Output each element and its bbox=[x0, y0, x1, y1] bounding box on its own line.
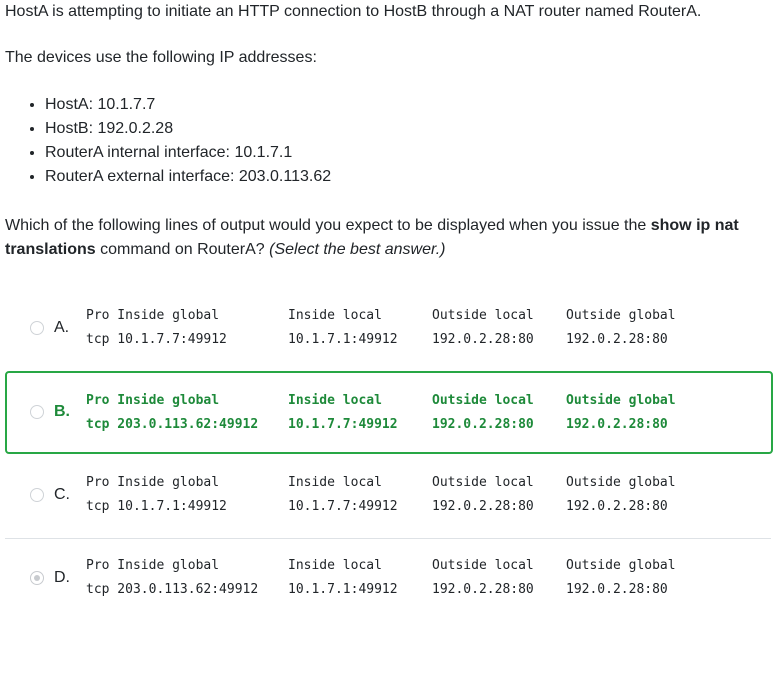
ip-list-item: RouterA external interface: 203.0.113.62 bbox=[45, 165, 331, 189]
scenario-text: HostA is attempting to initiate an HTTP … bbox=[5, 3, 702, 20]
ip-list-item: HostA: 10.1.7.7 bbox=[45, 93, 331, 117]
col-inside-global-header: Pro Inside global bbox=[86, 393, 220, 408]
col-inside-local-header: Inside local bbox=[288, 308, 382, 323]
option-b-radio[interactable] bbox=[30, 405, 44, 419]
option-d-letter: D. bbox=[54, 569, 70, 586]
inside-global-value: tcp 203.0.113.62:49912 bbox=[86, 417, 259, 432]
col-inside-local-header: Inside local bbox=[288, 558, 382, 573]
outside-global-value: 192.0.2.28:80 bbox=[566, 332, 668, 347]
question-text-before: Which of the following lines of output w… bbox=[5, 217, 651, 234]
col-inside-global-header: Pro Inside global bbox=[86, 308, 220, 323]
ip-intro-text: The devices use the following IP address… bbox=[5, 49, 317, 66]
outside-global-value: 192.0.2.28:80 bbox=[566, 582, 668, 597]
option-b-letter: B. bbox=[54, 403, 70, 420]
outside-local-value: 192.0.2.28:80 bbox=[432, 417, 534, 432]
col-inside-global-header: Pro Inside global bbox=[86, 475, 220, 490]
outside-local-value: 192.0.2.28:80 bbox=[432, 499, 534, 514]
inside-local-value: 10.1.7.7:49912 bbox=[288, 417, 398, 432]
col-outside-local-header: Outside local bbox=[432, 475, 534, 490]
inside-global-value: tcp 203.0.113.62:49912 bbox=[86, 582, 259, 597]
outside-local-value: 192.0.2.28:80 bbox=[432, 582, 534, 597]
option-c-letter: C. bbox=[54, 486, 70, 503]
col-outside-local-header: Outside local bbox=[432, 308, 534, 323]
inside-global-value: tcp 10.1.7.7:49912 bbox=[86, 332, 227, 347]
option-a-radio[interactable] bbox=[30, 321, 44, 335]
inside-global-value: tcp 10.1.7.1:49912 bbox=[86, 499, 227, 514]
outside-local-value: 192.0.2.28:80 bbox=[432, 332, 534, 347]
option-c-radio[interactable] bbox=[30, 488, 44, 502]
option-d-radio[interactable] bbox=[30, 571, 44, 585]
outside-global-value: 192.0.2.28:80 bbox=[566, 417, 668, 432]
col-inside-local-header: Inside local bbox=[288, 475, 382, 490]
answer-option-b[interactable]: B. Pro Inside global Inside local Outsid… bbox=[5, 371, 773, 454]
answer-option-a[interactable]: A. Pro Inside global Inside local Outsid… bbox=[5, 298, 773, 362]
ip-address-list: HostA: 10.1.7.7 HostB: 192.0.2.28 Router… bbox=[0, 93, 331, 189]
answer-option-d[interactable]: D. Pro Inside global Inside local Outsid… bbox=[5, 548, 773, 608]
col-inside-global-header: Pro Inside global bbox=[86, 558, 220, 573]
answer-hint: (Select the best answer.) bbox=[269, 241, 446, 258]
col-outside-local-header: Outside local bbox=[432, 558, 534, 573]
option-d-values-row: tcp 203.0.113.62:49912 10.1.7.1:49912 19… bbox=[86, 580, 668, 700]
col-outside-local-header: Outside local bbox=[432, 393, 534, 408]
col-outside-global-header: Outside global bbox=[566, 475, 676, 490]
col-outside-global-header: Outside global bbox=[566, 308, 676, 323]
question-text-after: command on RouterA? bbox=[95, 241, 270, 258]
inside-local-value: 10.1.7.1:49912 bbox=[288, 332, 398, 347]
ip-list-item: HostB: 192.0.2.28 bbox=[45, 117, 331, 141]
option-a-letter: A. bbox=[54, 319, 70, 336]
option-divider bbox=[5, 538, 771, 539]
col-inside-local-header: Inside local bbox=[288, 393, 382, 408]
question-text: Which of the following lines of output w… bbox=[5, 214, 770, 262]
ip-list-item: RouterA internal interface: 10.1.7.1 bbox=[45, 141, 331, 165]
outside-global-value: 192.0.2.28:80 bbox=[566, 499, 668, 514]
col-outside-global-header: Outside global bbox=[566, 558, 676, 573]
inside-local-value: 10.1.7.7:49912 bbox=[288, 499, 398, 514]
inside-local-value: 10.1.7.1:49912 bbox=[288, 582, 398, 597]
col-outside-global-header: Outside global bbox=[566, 393, 676, 408]
answer-option-c[interactable]: C. Pro Inside global Inside local Outsid… bbox=[5, 465, 773, 529]
